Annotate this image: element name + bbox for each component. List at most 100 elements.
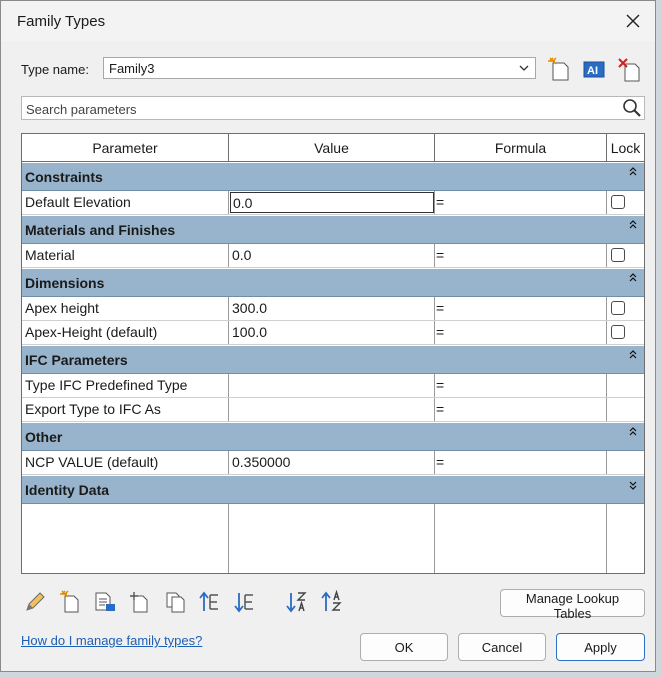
sort-ascending-icon: [286, 592, 307, 613]
rename-type-button[interactable]: AI: [581, 57, 607, 83]
column-header-value[interactable]: Value: [229, 134, 435, 162]
collapse-icon[interactable]: [626, 271, 640, 285]
close-button[interactable]: [621, 9, 645, 33]
new-parameter-button[interactable]: [59, 590, 83, 614]
parameter-row: Material 0.0 =: [22, 244, 644, 268]
parameter-row: NCP VALUE (default) 0.350000 =: [22, 451, 644, 475]
parameter-name[interactable]: Type IFC Predefined Type: [22, 374, 229, 397]
search-box: [21, 96, 645, 120]
column-header-parameter[interactable]: Parameter: [22, 134, 229, 162]
parameter-value[interactable]: [229, 374, 435, 397]
lock-cell: [607, 297, 644, 320]
search-icon[interactable]: [622, 98, 642, 118]
parameter-value[interactable]: 0.350000: [229, 451, 435, 474]
family-types-dialog: Family Types Type name: Family3 AI Searc…: [0, 0, 656, 672]
parameter-value[interactable]: 100.0: [229, 321, 435, 344]
parameter-name[interactable]: Apex-Height (default): [22, 321, 229, 344]
parameter-formula[interactable]: =: [435, 244, 607, 267]
group-label: IFC Parameters: [25, 352, 128, 368]
expand-icon[interactable]: [626, 478, 640, 492]
sort-descending-button[interactable]: [320, 589, 344, 614]
move-up-button[interactable]: [198, 590, 222, 614]
lock-cell: [607, 244, 644, 267]
cancel-button[interactable]: Cancel: [458, 633, 546, 661]
column-header-formula[interactable]: Formula: [435, 134, 607, 162]
sort-ascending-button[interactable]: [285, 590, 309, 614]
parameter-name[interactable]: Export Type to IFC As: [22, 398, 229, 421]
lock-checkbox[interactable]: [611, 195, 625, 209]
group-label: Dimensions: [25, 275, 105, 291]
group-label: Other: [25, 429, 63, 445]
svg-text:AI: AI: [587, 65, 598, 77]
delete-parameter-button[interactable]: [93, 590, 117, 614]
copy-parameter-icon: [166, 592, 185, 613]
parameter-formula[interactable]: =: [435, 297, 607, 320]
lock-cell: [607, 398, 644, 421]
lock-checkbox[interactable]: [611, 248, 625, 262]
shared-parameter-icon: [130, 592, 148, 613]
parameter-name[interactable]: NCP VALUE (default): [22, 451, 229, 474]
move-up-icon: [199, 591, 218, 611]
group-constraints[interactable]: Constraints: [22, 163, 644, 191]
parameter-name[interactable]: Apex height: [22, 297, 229, 320]
collapse-icon[interactable]: [626, 348, 640, 362]
lock-checkbox[interactable]: [611, 325, 625, 339]
group-ifc-parameters[interactable]: IFC Parameters: [22, 346, 644, 374]
shared-parameter-button[interactable]: [128, 590, 152, 614]
parameter-formula[interactable]: =: [435, 451, 607, 474]
group-materials-and-finishes[interactable]: Materials and Finishes: [22, 216, 644, 244]
value-input-text: 0.0: [233, 195, 253, 211]
lock-cell: [607, 374, 644, 397]
chevron-down-icon: [519, 65, 529, 71]
help-link[interactable]: How do I manage family types?: [21, 633, 202, 648]
parameter-row: Apex height 300.0 =: [22, 297, 644, 321]
move-down-icon: [234, 593, 253, 613]
new-type-button[interactable]: [547, 57, 573, 83]
title-bar: Family Types: [1, 1, 655, 41]
collapse-icon[interactable]: [626, 218, 640, 232]
parameter-formula[interactable]: =: [435, 374, 607, 397]
new-parameter-icon: [60, 590, 79, 613]
parameter-value[interactable]: 300.0: [229, 297, 435, 320]
parameter-formula[interactable]: =: [435, 321, 607, 344]
lock-cell: [607, 451, 644, 474]
parameter-row: Type IFC Predefined Type =: [22, 374, 644, 398]
parameter-value[interactable]: [229, 398, 435, 421]
type-name-label: Type name:: [21, 62, 89, 77]
type-name-dropdown[interactable]: Family3: [103, 57, 536, 79]
edit-parameter-button[interactable]: [23, 590, 47, 614]
group-label: Materials and Finishes: [25, 222, 176, 238]
parameter-value[interactable]: 0.0: [229, 244, 435, 267]
column-header-lock[interactable]: Lock: [607, 134, 644, 162]
delete-type-button[interactable]: [617, 57, 643, 83]
collapse-icon[interactable]: [626, 165, 640, 179]
group-identity-data[interactable]: Identity Data: [22, 476, 644, 504]
parameters-grid: Parameter Value Formula Lock Constraints…: [21, 133, 645, 574]
group-other[interactable]: Other: [22, 423, 644, 451]
grid-divider: [434, 504, 435, 573]
parameter-name[interactable]: Default Elevation: [22, 191, 229, 214]
close-icon: [626, 14, 640, 28]
copy-parameter-button[interactable]: [164, 590, 188, 614]
parameter-name[interactable]: Material: [22, 244, 229, 267]
parameter-row: Export Type to IFC As =: [22, 398, 644, 422]
ok-button[interactable]: OK: [360, 633, 448, 661]
grid-divider: [606, 504, 607, 573]
parameter-formula[interactable]: =: [435, 191, 607, 214]
move-down-button[interactable]: [233, 590, 257, 614]
window-title: Family Types: [17, 13, 106, 30]
apply-button[interactable]: Apply: [556, 633, 645, 661]
parameter-formula[interactable]: =: [435, 398, 607, 421]
delete-parameter-icon: [95, 592, 115, 611]
manage-lookup-tables-button[interactable]: Manage Lookup Tables: [500, 589, 645, 621]
lock-cell: [607, 321, 644, 344]
delete-type-icon: [618, 58, 640, 82]
new-type-icon: [548, 57, 569, 81]
group-dimensions[interactable]: Dimensions: [22, 269, 644, 297]
lock-checkbox[interactable]: [611, 301, 625, 315]
search-input[interactable]: [24, 99, 618, 119]
collapse-icon[interactable]: [626, 425, 640, 439]
value-input[interactable]: 0.0: [230, 192, 434, 213]
parameter-row: Apex-Height (default) 100.0 =: [22, 321, 644, 345]
type-name-value: Family3: [109, 61, 155, 76]
